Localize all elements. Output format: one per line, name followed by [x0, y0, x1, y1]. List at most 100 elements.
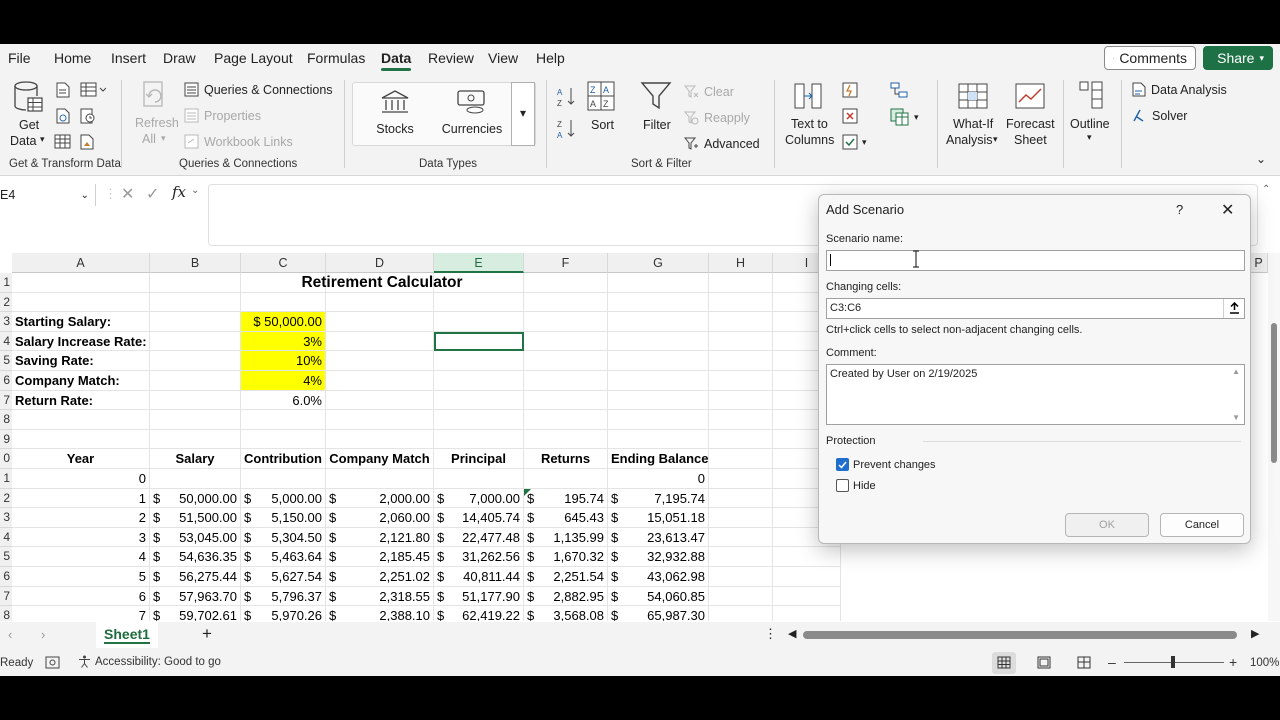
param-label[interactable]: Saving Rate:	[12, 351, 150, 371]
param-value[interactable]: 3%	[241, 331, 326, 352]
remove-duplicates-button[interactable]	[842, 108, 858, 127]
table-cell[interactable]: $62,419.22	[434, 606, 524, 621]
column-header-p[interactable]: P	[1250, 253, 1268, 273]
zoom-slider-thumb[interactable]	[1171, 656, 1175, 668]
table-cell[interactable]: $53,045.00	[150, 527, 241, 548]
tab-formulas[interactable]: Formulas	[307, 50, 365, 66]
table-cell[interactable]: $7,000.00	[434, 488, 524, 509]
get-data-button[interactable]: Get Data ▾	[6, 80, 50, 152]
name-box[interactable]: E4 ⌄	[0, 184, 96, 206]
cell[interactable]	[241, 469, 326, 489]
currencies-button[interactable]: Currencies	[441, 89, 503, 141]
row-header[interactable]: 7	[0, 586, 12, 607]
column-header-h[interactable]: H	[709, 253, 773, 273]
year-cell[interactable]: 6	[12, 586, 150, 607]
cell[interactable]	[709, 508, 773, 528]
cell[interactable]	[434, 292, 524, 313]
row-header[interactable]: 4	[0, 527, 12, 548]
chevron-left-icon[interactable]: ‹	[8, 627, 12, 642]
tab-review[interactable]: Review	[428, 50, 474, 66]
cell[interactable]	[608, 292, 709, 313]
row-header[interactable]: 0	[0, 449, 12, 469]
scroll-left-icon[interactable]: ◀	[788, 627, 796, 640]
cell[interactable]	[326, 390, 434, 411]
cell[interactable]	[434, 312, 524, 332]
cell[interactable]	[773, 586, 841, 607]
cell[interactable]	[524, 292, 608, 313]
cell[interactable]	[150, 312, 241, 332]
cell[interactable]	[326, 429, 434, 450]
table-cell[interactable]: $5,463.64	[241, 547, 326, 567]
cell[interactable]	[524, 312, 608, 332]
cell[interactable]	[150, 410, 241, 430]
cell[interactable]	[150, 469, 241, 489]
cell[interactable]	[608, 273, 709, 293]
cell[interactable]	[773, 606, 841, 621]
row-header[interactable]: 1	[0, 469, 12, 489]
param-value[interactable]: $ 50,000.00	[241, 312, 326, 332]
tab-insert[interactable]: Insert	[111, 50, 146, 66]
table-cell[interactable]: $5,000.00	[241, 488, 326, 509]
table-cell[interactable]: $2,318.55	[326, 586, 434, 607]
cell[interactable]	[709, 469, 773, 489]
cell[interactable]	[326, 410, 434, 430]
page-break-view-icon[interactable]	[1077, 656, 1091, 669]
row-header[interactable]: 6	[0, 567, 12, 587]
solver-button[interactable]: Solver	[1132, 108, 1187, 123]
table-cell[interactable]: $54,636.35	[150, 547, 241, 567]
scroll-up-icon[interactable]: ▲	[1232, 367, 1240, 376]
year-cell[interactable]: 4	[12, 547, 150, 567]
cell[interactable]	[326, 292, 434, 313]
table-cell[interactable]: $5,150.00	[241, 508, 326, 528]
comment-textarea[interactable]: Created by User on 2/19/2025 ▲ ▼	[826, 364, 1245, 425]
sheet-title[interactable]: Retirement Calculator	[241, 273, 524, 293]
more-options-icon[interactable]: ⋮	[764, 626, 777, 642]
reapply-button[interactable]: Reapply	[684, 110, 750, 125]
table-cell[interactable]: $51,500.00	[150, 508, 241, 528]
param-label[interactable]: Return Rate:	[12, 390, 150, 411]
table-cell[interactable]: $59,702.61	[150, 606, 241, 621]
sheet-tab-sheet1[interactable]: Sheet1	[96, 622, 158, 648]
macro-recording-icon[interactable]	[45, 656, 60, 669]
sort-descending-button[interactable]: ZA	[556, 118, 576, 143]
flash-fill-button[interactable]	[842, 82, 858, 101]
refresh-all-button[interactable]: Refresh All ▾	[132, 80, 179, 154]
table-cell[interactable]: $54,060.85	[608, 586, 709, 607]
cell[interactable]	[524, 371, 608, 391]
row-header[interactable]: 8	[0, 606, 12, 621]
year-cell[interactable]: 3	[12, 527, 150, 548]
table-cell[interactable]: $2,121.80	[326, 527, 434, 548]
page-layout-view-icon[interactable]	[1037, 656, 1051, 669]
cell[interactable]	[709, 273, 773, 293]
table-header[interactable]: Contribution	[241, 449, 326, 469]
param-label[interactable]: Company Match:	[12, 371, 150, 391]
column-header-a[interactable]: A	[12, 253, 150, 273]
cell[interactable]	[524, 273, 608, 293]
year-cell[interactable]: 7	[12, 606, 150, 621]
sort-button[interactable]: ZAAZ Sort	[586, 80, 618, 140]
table-cell[interactable]: $43,062.98	[608, 567, 709, 587]
table-cell[interactable]: $22,477.48	[434, 527, 524, 548]
table-cell[interactable]: $2,251.54	[524, 567, 608, 587]
comments-button[interactable]: Comments	[1104, 46, 1196, 70]
table-cell[interactable]: $5,970.26	[241, 606, 326, 621]
cell[interactable]	[150, 292, 241, 313]
stocks-button[interactable]: Stocks	[373, 89, 417, 141]
table-header[interactable]: Principal	[434, 449, 524, 469]
cell[interactable]	[241, 410, 326, 430]
column-header-b[interactable]: B	[150, 253, 241, 273]
table-cell[interactable]: $40,811.44	[434, 567, 524, 587]
cell[interactable]	[150, 429, 241, 450]
data-types-more-button[interactable]: ▾	[511, 82, 535, 146]
year-cell[interactable]: 0	[12, 469, 150, 489]
table-cell[interactable]: $1,135.99	[524, 527, 608, 548]
outline-button[interactable]: Outline ▾	[1068, 80, 1114, 146]
cell[interactable]	[709, 292, 773, 313]
cell[interactable]	[434, 469, 524, 489]
table-cell[interactable]: $2,388.10	[326, 606, 434, 621]
cell[interactable]	[709, 390, 773, 411]
cell[interactable]	[12, 273, 150, 293]
close-icon[interactable]: ✕	[1221, 200, 1234, 220]
cell[interactable]	[326, 371, 434, 391]
param-value[interactable]: 10%	[241, 351, 326, 371]
